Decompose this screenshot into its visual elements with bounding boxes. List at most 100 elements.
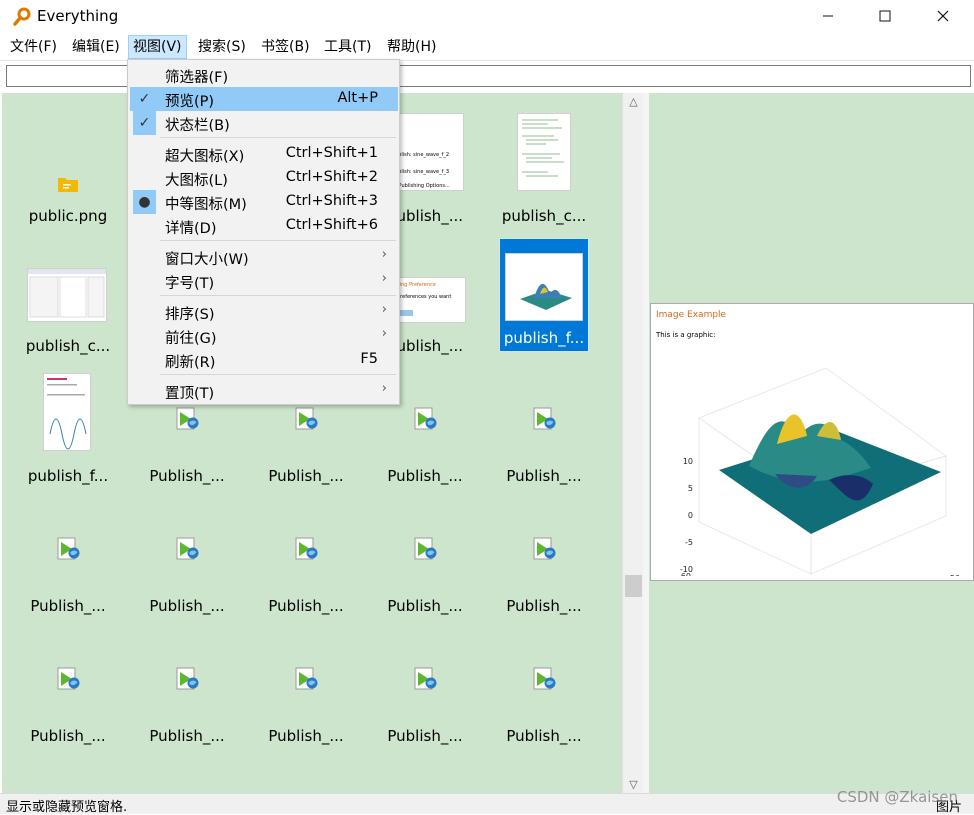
scroll-thumb[interactable]: [625, 575, 642, 597]
maximize-button[interactable]: [862, 0, 908, 32]
menu-search[interactable]: 搜索(S): [194, 35, 250, 59]
sine-wave-preview: [47, 378, 87, 450]
check-icon: ✓: [133, 111, 156, 135]
menuitem-preview[interactable]: ✓ 预览(P) Alt+P: [130, 87, 398, 111]
menuitem-goto[interactable]: 前往(G) ›: [130, 324, 398, 348]
axis-tick-label: 5: [688, 484, 693, 493]
menuitem-filters[interactable]: 筛选器(F): [130, 63, 398, 87]
file-name: Publish_...: [268, 467, 344, 485]
file-tile[interactable]: Publish_...: [23, 503, 113, 619]
close-button[interactable]: [920, 0, 966, 32]
menuitem-window-size[interactable]: 窗口大小(W) ›: [130, 245, 398, 269]
menu-separator: [160, 240, 396, 241]
thumb-text: ublish: sine_wave_f_2: [395, 152, 450, 158]
file-name: Publish_...: [387, 467, 463, 485]
thumb-text: ublish: sine_wave_f_3: [395, 169, 450, 175]
menuitem-medium-icons[interactable]: ● 中等图标(M) Ctrl+Shift+3: [130, 190, 398, 214]
menuitem-large-icons[interactable]: 大图标(L) Ctrl+Shift+2: [130, 166, 398, 190]
menuitem-extra-large-icons[interactable]: 超大图标(X) Ctrl+Shift+1: [130, 142, 398, 166]
publish-file-icon: [176, 667, 199, 690]
file-tile[interactable]: publish_c...: [499, 113, 589, 229]
scroll-down-arrow-icon[interactable]: ▽: [623, 776, 644, 793]
file-tile[interactable]: Publish_...: [261, 633, 351, 749]
menuitem-refresh[interactable]: 刷新(R) F5: [130, 348, 398, 372]
check-icon: ✓: [138, 91, 151, 107]
menuitem-always-on-top[interactable]: 置顶(T) ›: [130, 379, 398, 403]
axis-tick-label: 10: [683, 457, 693, 466]
preview-pane: Image Example This is a graphic: 10 5 0 -5-…: [649, 93, 974, 793]
menu-help[interactable]: 帮助(H): [383, 35, 440, 59]
view-menu-dropdown: 筛选器(F) ✓ 预览(P) Alt+P ✓ 状态栏(B) 超大图标(X) Ct…: [127, 59, 400, 405]
file-tile[interactable]: publish_c...: [23, 243, 113, 359]
file-tile[interactable]: Publish_...: [380, 633, 470, 749]
publish-file-icon: [176, 537, 199, 560]
file-tile[interactable]: Publish_...: [499, 633, 589, 749]
file-name: Publish_...: [268, 597, 344, 615]
publish-file-icon: [533, 667, 556, 690]
axis-tick-label: 50: [950, 574, 960, 576]
window-title: Everything: [37, 7, 119, 25]
file-tile[interactable]: Publish_...: [23, 633, 113, 749]
menuitem-statusbar[interactable]: ✓ 状态栏(B): [130, 111, 398, 135]
menuitem-details[interactable]: 详情(D) Ctrl+Shift+6: [130, 214, 398, 238]
file-tile[interactable]: publish_f...: [23, 373, 113, 489]
menu-tools[interactable]: 工具(T): [320, 35, 375, 59]
menu-separator: [160, 295, 396, 296]
image-file-icon: [58, 178, 78, 192]
minimize-icon: [823, 15, 833, 17]
watermark: CSDN @Zkaisen: [836, 788, 958, 806]
file-name: Publish_...: [506, 597, 582, 615]
surface-peaks: [749, 421, 871, 482]
radio-dot-icon: ●: [133, 190, 156, 214]
file-tile-selected[interactable]: publish_f...: [499, 238, 589, 352]
file-name: publish_f...: [27, 467, 109, 485]
file-tile[interactable]: Publish_...: [142, 503, 232, 619]
file-tile[interactable]: Publish_...: [499, 503, 589, 619]
menu-bookmarks[interactable]: 书签(B): [257, 35, 314, 59]
surface-plot-preview: [520, 283, 572, 310]
publish-file-icon: [295, 537, 318, 560]
title-bar: Everything: [0, 0, 974, 34]
file-name: publish_c...: [25, 337, 111, 355]
file-name: Publish_...: [149, 597, 225, 615]
menu-view[interactable]: 视图(V): [128, 35, 187, 59]
file-tile[interactable]: Publish_...: [261, 503, 351, 619]
submenu-arrow-icon: ›: [381, 271, 387, 286]
code-preview: [522, 119, 564, 177]
publish-file-icon: [533, 537, 556, 560]
publish-file-icon: [57, 537, 80, 560]
status-bar: 显示或隐藏预览窗格. 图片: [0, 793, 974, 815]
file-name: publish_c...: [501, 207, 587, 225]
file-thumbnail: [505, 253, 583, 321]
menuitem-font-size[interactable]: 字号(T) ›: [130, 269, 398, 293]
file-name: Publish_...: [268, 727, 344, 745]
publish-file-icon: [57, 667, 80, 690]
minimize-button[interactable]: [805, 0, 851, 32]
file-name: Publish_...: [506, 467, 582, 485]
file-tile[interactable]: Publish_...: [499, 373, 589, 489]
file-tile[interactable]: Publish_...: [380, 503, 470, 619]
publish-file-icon: [176, 407, 199, 430]
file-name: Publish_...: [149, 467, 225, 485]
matlab-window-preview: [28, 269, 106, 318]
menu-edit[interactable]: 编辑(E): [68, 35, 124, 59]
file-name: public.png: [28, 207, 108, 225]
file-name: Publish_...: [387, 727, 463, 745]
scroll-up-arrow-icon[interactable]: △: [623, 93, 644, 110]
maximize-icon: [879, 10, 891, 22]
file-thumbnail: [27, 268, 107, 322]
thumb-text: cing Preference: [397, 282, 436, 288]
file-tile[interactable]: Publish_...: [142, 633, 232, 749]
file-name: Publish_...: [30, 727, 106, 745]
app-magnifier-icon: [13, 7, 31, 26]
file-tile[interactable]: public.png: [23, 113, 113, 229]
thumb-text: t Publishing Options...: [395, 183, 450, 189]
publish-file-icon: [414, 667, 437, 690]
vertical-scrollbar[interactable]: △ ▽: [622, 93, 643, 793]
menuitem-sort[interactable]: 排序(S) ›: [130, 300, 398, 324]
menu-file[interactable]: 文件(F): [6, 35, 61, 59]
publish-file-icon: [295, 407, 318, 430]
file-thumbnail: [43, 373, 91, 451]
axis-tick-label: 60: [681, 572, 691, 576]
thumb-text: preferences you want: [397, 294, 452, 300]
